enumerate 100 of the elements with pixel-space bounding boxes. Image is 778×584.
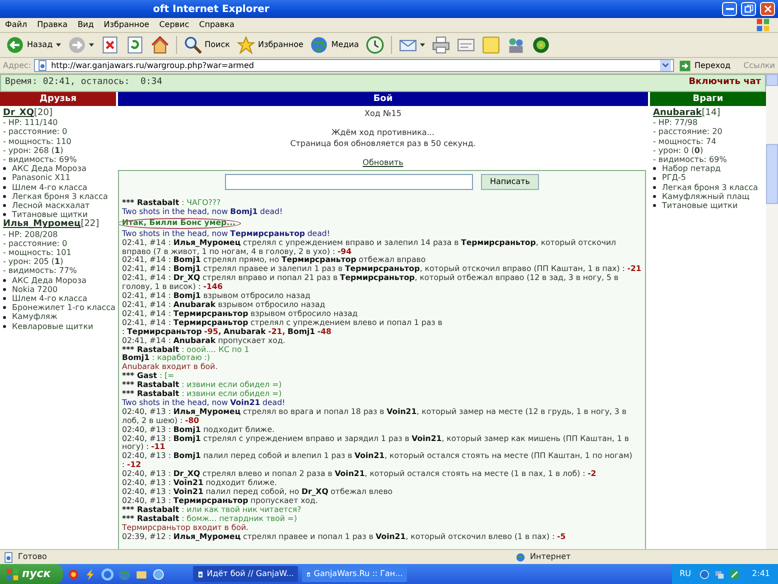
globe-button[interactable]: Медиа [307,35,362,55]
start-button[interactable]: пуск [0,564,63,584]
note-icon [482,36,500,54]
player-stat: - расстояние: 20 [652,127,724,137]
scrollbar[interactable] [766,74,778,549]
equipment-item: Набор петард [662,164,721,174]
waiting-text: Ждём ход противника... [330,127,436,138]
equipment-item: Лесной маскхалат [12,201,90,210]
player-stat: - расстояние: 0 [2,127,68,137]
people-icon [506,36,525,54]
menu-item[interactable]: Сервис [154,19,194,31]
stop-icon [100,36,119,54]
bullet-icon [653,167,656,170]
bullet-icon [3,176,6,180]
refresh-note: Страница боя обновляется раз в 50 секунд. [289,138,477,149]
player-level: [14] [702,108,720,118]
column-header: Бой [118,92,648,106]
address-bar[interactable]: http://war.ganjawars.ru/wargroup.php?war=armed [34,59,674,72]
timer-text: Время: 02:41, осталось: 0:34 [5,76,162,90]
go-icon [679,60,692,72]
bullet-icon [653,194,656,198]
equipment-item: Бронежилет 1-го класса [12,303,116,312]
player-stat: - видимость: 77% [2,266,78,276]
column-header: Друзья [0,92,116,106]
equipment-item: Легкая броня 3 класса [12,192,108,202]
bullet-icon [3,278,6,282]
send-button[interactable]: Написать [480,174,540,190]
search-icon [184,36,202,54]
equipment-item: АКС Деда Мороза [12,164,86,174]
equipment-item: Титановые щитки [662,201,738,210]
player-stat: - мощность: 101 [2,248,72,258]
player-level: [22] [80,219,100,230]
status-text: Готово [18,551,47,563]
address-label: Адрес: [3,60,32,72]
windows-logo-icon [756,18,770,32]
clock-icon [366,36,384,54]
bullet-icon [3,306,6,310]
flower-icon [532,36,550,54]
player-stat: - мощность: 110 [2,136,72,146]
bullet-icon [3,297,6,300]
player-stat: - HP: 77/98 [652,118,699,128]
column-header: Враги [650,92,766,106]
player-stat: - расстояние: 0 [2,238,68,248]
bullet-icon [3,213,6,216]
back-button[interactable]: Назад [3,35,64,55]
message-field[interactable] [224,174,473,190]
page-icon [3,552,14,562]
bullet-icon [3,194,6,198]
network-icon[interactable] [714,568,726,580]
star-button[interactable]: Избранное [234,35,306,55]
page-icon [37,60,48,71]
refresh-link[interactable]: Обновить [362,158,404,167]
search-button[interactable]: Поиск [180,35,233,55]
player-level: [20] [34,108,52,118]
player-stat: - видимость: 69% [2,155,78,164]
player-stat: - мощность: 74 [652,136,718,146]
windows-logo-icon [6,568,19,580]
player-name-link[interactable]: Anubarak [653,108,702,118]
forward-icon [68,36,86,54]
taskbar-button[interactable]: GanjaWars.Ru :: Ган... [302,566,407,582]
app-icon[interactable] [729,568,740,580]
menu-item[interactable]: Файл [0,19,32,31]
bullet-icon [3,288,6,291]
go-button[interactable]: Переход [677,60,733,72]
player-stat: - урон: 205 (1) [2,257,64,266]
back-icon [6,36,24,54]
page-icon [456,36,475,54]
equipment-item: Титановые щитки [12,210,88,220]
equipment-item: Шлем 4-го класса [12,182,88,192]
taskbar-button[interactable]: Идёт бой // GanjaW... [192,566,298,582]
bullet-icon [3,316,6,319]
bullet-icon [653,204,656,208]
player-stat: - HP: 111/140 [2,118,59,128]
player-stat: - урон: 0 (0) [652,146,704,156]
player-stat: - урон: 268 (1) [2,146,64,156]
close-icon [762,3,774,15]
circle-icon[interactable] [66,568,80,580]
clock: 2:41 [752,568,770,580]
minimize-button[interactable] [722,2,737,16]
restore-button[interactable] [741,2,756,16]
player-stat: - HP: 208/208 [2,230,59,239]
equipment-item: Кевларовые щитки [12,322,94,331]
turn-number: Ход №15 [364,108,402,119]
window-title: oft Internet Explorer [153,2,270,16]
minimize-icon [726,8,734,10]
equipment-item: Легкая броня 3 класса [662,182,758,192]
player-name-link[interactable]: Dr_XQ [3,108,34,118]
menu-item[interactable]: Справка [194,19,240,31]
menu-item[interactable]: Избранное [98,19,154,31]
page-icon [196,568,204,580]
bullet-icon [3,204,6,208]
close-button[interactable] [760,2,775,16]
menu-item[interactable]: Правка [32,19,73,31]
menu-item[interactable]: Вид [72,19,99,31]
equipment-item: АКС Деда Мороза [12,276,86,285]
equipment-item: Nokia 7200 [12,284,58,294]
chat-toggle-link[interactable]: Включить чат [688,76,761,90]
zone-text: Интернет [530,551,571,563]
player-name-link[interactable]: Илья_Муромец [3,219,81,230]
home-icon [150,36,169,54]
